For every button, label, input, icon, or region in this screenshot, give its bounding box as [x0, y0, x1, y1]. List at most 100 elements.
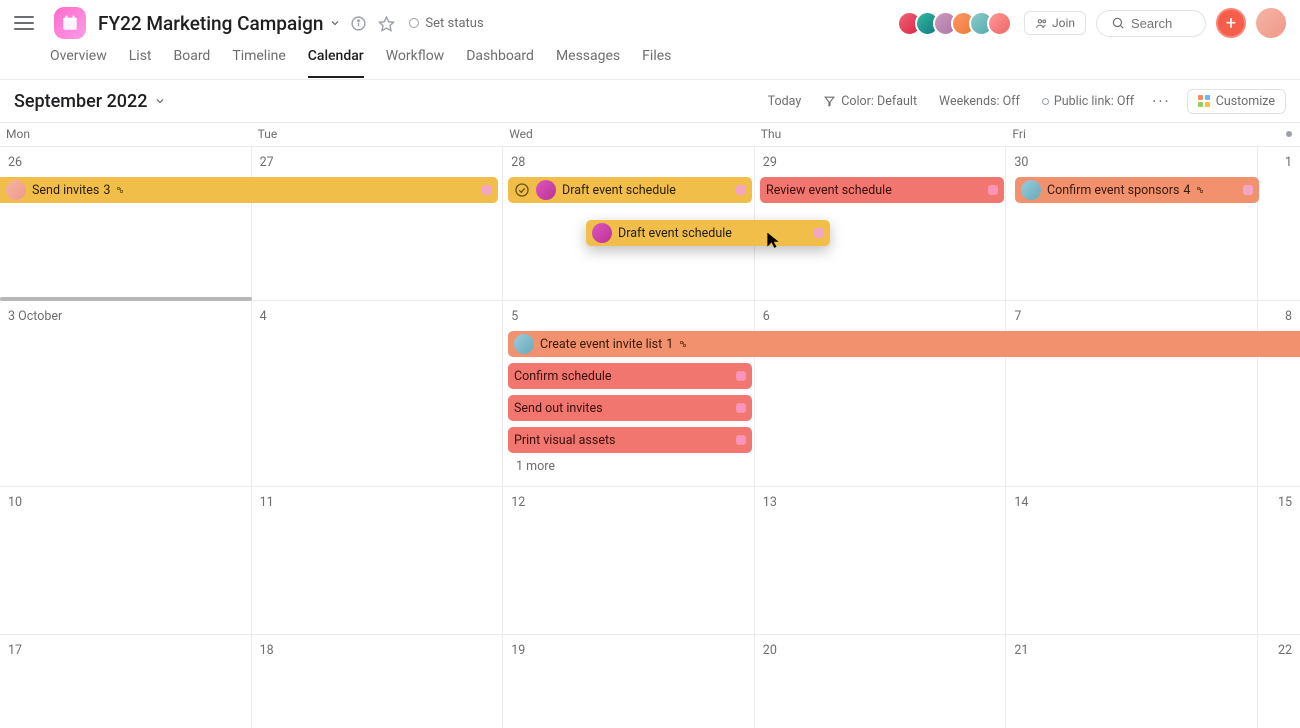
task-print-visual-assets[interactable]: Print visual assets — [508, 427, 752, 453]
assignee-avatar — [6, 180, 26, 200]
set-status-button[interactable]: Set status — [409, 16, 483, 31]
calendar-cell[interactable]: 10 — [0, 487, 252, 635]
menu-icon[interactable] — [14, 12, 36, 34]
task-draft-schedule[interactable]: Draft event schedule — [508, 177, 752, 203]
task-create-invite-list[interactable]: Create event invite list 1 — [508, 331, 1300, 357]
task-label: Print visual assets — [514, 433, 616, 448]
today-button[interactable]: Today — [768, 94, 802, 109]
tab-workflow[interactable]: Workflow — [386, 48, 445, 78]
tab-overview[interactable]: Overview — [50, 48, 107, 78]
month-picker[interactable]: September 2022 — [14, 91, 166, 112]
color-chip-icon — [736, 435, 746, 445]
join-button[interactable]: Join — [1024, 11, 1086, 35]
calendar-cell[interactable]: 8 — [1258, 301, 1300, 487]
calendar-cell[interactable]: 11 — [252, 487, 504, 635]
calendar-cell[interactable]: 20 — [755, 635, 1007, 728]
calendar-cell[interactable]: 21 — [1006, 635, 1258, 728]
filter-icon — [823, 95, 836, 108]
project-title[interactable]: FY22 Marketing Campaign — [98, 12, 323, 35]
calendar-cell[interactable]: 1 — [1258, 147, 1300, 301]
public-link-toggle[interactable]: Public link: Off — [1042, 94, 1134, 109]
day-number: 1 — [1258, 151, 1300, 174]
tab-list[interactable]: List — [129, 48, 152, 78]
calendar-cell[interactable]: 13 — [755, 487, 1007, 635]
calendar-cell[interactable]: 17 — [0, 635, 252, 728]
chevron-down-icon — [154, 95, 166, 107]
more-menu-icon[interactable]: ··· — [1152, 92, 1171, 111]
task-confirm-sponsors[interactable]: Confirm event sponsors 4 — [1015, 177, 1259, 203]
day-number: 22 — [1258, 639, 1300, 662]
calendar-cell[interactable]: 19 — [503, 635, 755, 728]
check-circle-icon — [514, 182, 530, 198]
scroll-indicator — [0, 297, 252, 301]
cursor-icon — [766, 231, 780, 251]
day-number: 18 — [252, 639, 503, 662]
tab-files[interactable]: Files — [642, 48, 671, 78]
tab-messages[interactable]: Messages — [556, 48, 620, 78]
calendar-cell[interactable]: 7 — [1006, 301, 1258, 487]
task-send-out-invites[interactable]: Send out invites — [508, 395, 752, 421]
task-label: Confirm schedule — [514, 369, 612, 384]
create-button[interactable]: + — [1216, 8, 1246, 38]
dragging-task[interactable]: Draft event schedule — [586, 220, 830, 246]
calendar-row: 3 October 4 5 6 7 8 Create event invite … — [0, 301, 1300, 487]
calendar-cell[interactable]: 3 October — [0, 301, 252, 487]
avatar[interactable] — [987, 11, 1012, 36]
calendar-cell[interactable]: 15 — [1258, 487, 1300, 635]
customize-icon — [1198, 95, 1210, 107]
color-menu[interactable]: Color: Default — [823, 94, 917, 109]
day-number: 7 — [1006, 305, 1257, 328]
month-label: September 2022 — [14, 91, 148, 112]
day-number: 5 — [503, 305, 754, 328]
day-number: 29 — [755, 151, 1006, 174]
calendar-cell[interactable]: 22 — [1258, 635, 1300, 728]
task-count: 4 — [1183, 183, 1190, 198]
weekends-toggle[interactable]: Weekends: Off — [939, 94, 1020, 109]
set-status-label: Set status — [425, 16, 483, 31]
day-number: 13 — [755, 491, 1006, 514]
chevron-down-icon[interactable] — [329, 17, 341, 29]
calendar-cell[interactable]: 26 — [0, 147, 252, 301]
color-chip-icon — [482, 185, 492, 195]
day-number: 12 — [503, 491, 754, 514]
day-number: 3 October — [0, 305, 251, 328]
day-number: 27 — [252, 151, 503, 174]
customize-button[interactable]: Customize — [1187, 89, 1286, 114]
search-box[interactable] — [1096, 10, 1206, 37]
task-label: Create event invite list — [540, 337, 662, 352]
search-input[interactable] — [1131, 16, 1191, 31]
calendar-cell[interactable]: 18 — [252, 635, 504, 728]
calendar-cell[interactable]: 6 — [755, 301, 1007, 487]
calendar-row: 26 27 28 29 30 1 Send invites 3 Draft ev… — [0, 147, 1300, 301]
day-headers: MonTueWedThuFri — [0, 123, 1300, 147]
calendar-cell[interactable]: 27 — [252, 147, 504, 301]
day-number: 21 — [1006, 639, 1257, 662]
info-icon[interactable] — [347, 12, 369, 34]
day-number: 10 — [0, 491, 251, 514]
calendar-cell[interactable]: 14 — [1006, 487, 1258, 635]
member-avatars[interactable] — [904, 11, 1012, 36]
project-icon[interactable] — [54, 7, 86, 39]
star-icon[interactable] — [375, 12, 397, 34]
task-label: Confirm event sponsors — [1047, 183, 1179, 198]
calendar-cell[interactable]: 12 — [503, 487, 755, 635]
day-number: 6 — [755, 305, 1006, 328]
tab-dashboard[interactable]: Dashboard — [466, 48, 534, 78]
task-label: Draft event schedule — [562, 183, 676, 198]
tab-calendar[interactable]: Calendar — [308, 48, 364, 78]
day-header: Fri — [1006, 123, 1258, 146]
task-label: Draft event schedule — [618, 226, 732, 241]
task-confirm-schedule[interactable]: Confirm schedule — [508, 363, 752, 389]
calendar-cell[interactable]: 30 — [1006, 147, 1258, 301]
profile-avatar[interactable] — [1256, 8, 1286, 38]
more-tasks-link[interactable]: 1 more — [506, 455, 565, 478]
tab-board[interactable]: Board — [174, 48, 211, 78]
calendar-cell[interactable]: 4 — [252, 301, 504, 487]
task-send-invites[interactable]: Send invites 3 — [0, 177, 498, 203]
assignee-avatar — [592, 223, 612, 243]
task-review-schedule[interactable]: Review event schedule — [760, 177, 1004, 203]
subtask-icon — [114, 184, 126, 196]
day-header-collapsed[interactable] — [1258, 123, 1300, 146]
color-chip-icon — [736, 185, 746, 195]
tab-timeline[interactable]: Timeline — [232, 48, 285, 78]
